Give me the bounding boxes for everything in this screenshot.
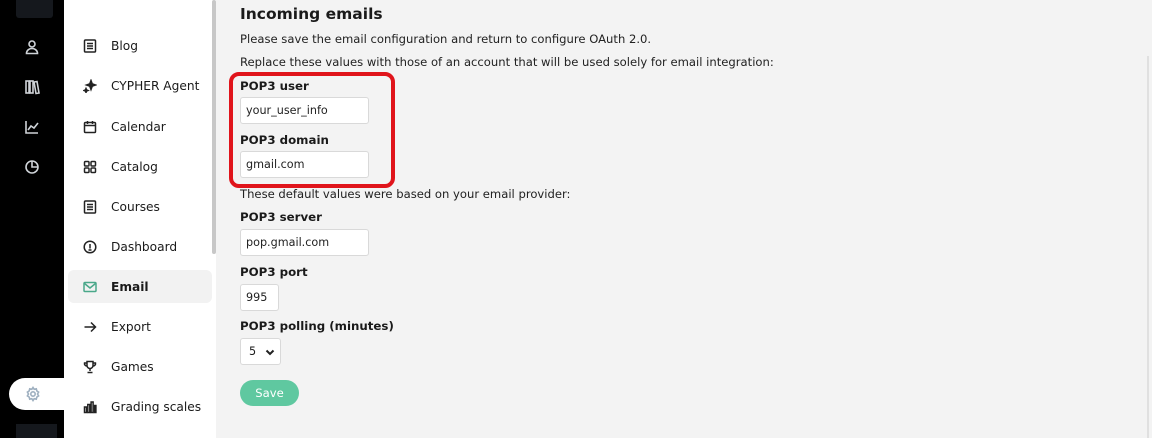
pop3-server-label: POP3 server: [240, 210, 322, 224]
content-edge-divider: [1147, 56, 1149, 438]
chevron-down-icon: [265, 347, 275, 357]
sidebar-item-dashboard[interactable]: Dashboard: [68, 230, 212, 263]
save-button[interactable]: Save: [240, 380, 299, 406]
envelope-icon: [82, 279, 98, 295]
pop3-port-label: POP3 port: [240, 265, 308, 279]
rail-logo-block: [16, 0, 53, 18]
app-rail: [0, 0, 71, 438]
sidebar-item-label: Games: [111, 359, 154, 374]
sidebar-nav: Blog CYPHER Agent Calendar Catalog Cours…: [64, 0, 216, 438]
pie-chart-icon[interactable]: [22, 157, 42, 177]
sidebar-item-catalog[interactable]: Catalog: [68, 150, 212, 183]
annotation-highlight-box: [229, 72, 395, 188]
sidebar-item-courses[interactable]: Courses: [68, 190, 212, 223]
save-note: Please save the email configuration and …: [240, 32, 652, 46]
sidebar-item-label: Blog: [111, 38, 138, 53]
pop3-polling-label: POP3 polling (minutes): [240, 319, 394, 333]
sidebar-item-label: Email: [111, 279, 149, 294]
chart-line-icon[interactable]: [22, 117, 42, 137]
pop3-polling-value: 5: [249, 345, 257, 358]
bar-chart-icon: [82, 399, 98, 415]
sidebar-item-label: CYPHER Agent: [111, 78, 200, 93]
sidebar-item-cypher-agent[interactable]: CYPHER Agent: [68, 69, 212, 102]
calendar-icon: [82, 119, 98, 135]
sidebar-item-export[interactable]: Export: [68, 310, 212, 343]
sidebar-item-label: Grading scales: [111, 399, 202, 414]
pop3-server-input[interactable]: [240, 229, 369, 256]
info-circle-icon: [82, 239, 98, 255]
rail-item-settings[interactable]: [9, 378, 71, 410]
settings-icon: [23, 384, 43, 404]
document-list-icon: [82, 38, 98, 54]
arrow-right-icon: [82, 319, 98, 335]
main-content: Incoming emails Please save the email co…: [216, 0, 1152, 438]
sparkle-icon: [82, 78, 98, 94]
user-icon[interactable]: [22, 37, 42, 57]
sidebar-item-label: Dashboard: [111, 239, 178, 254]
replace-note: Replace these values with those of an ac…: [240, 55, 774, 69]
sidebar-item-label: Catalog: [111, 159, 158, 174]
pop3-port-input[interactable]: [240, 284, 279, 311]
sidebar-item-label: Courses: [111, 199, 160, 214]
page-title: Incoming emails: [240, 5, 383, 23]
rail-bottom-block: [16, 424, 57, 438]
sidebar-item-games[interactable]: Games: [68, 350, 212, 383]
sidebar-item-calendar[interactable]: Calendar: [68, 110, 212, 143]
pop3-polling-select[interactable]: 5: [240, 338, 281, 365]
library-icon[interactable]: [22, 77, 42, 97]
defaults-note: These default values were based on your …: [240, 187, 571, 201]
trophy-icon: [82, 359, 98, 375]
document-list-icon: [82, 199, 98, 215]
sidebar-item-label: Export: [111, 319, 151, 334]
sidebar-item-email[interactable]: Email: [68, 270, 212, 303]
grid-icon: [82, 159, 98, 175]
sidebar-item-grading-scales[interactable]: Grading scales: [68, 390, 212, 423]
sidebar-item-label: Calendar: [111, 119, 166, 134]
sidebar-item-blog[interactable]: Blog: [68, 29, 212, 62]
